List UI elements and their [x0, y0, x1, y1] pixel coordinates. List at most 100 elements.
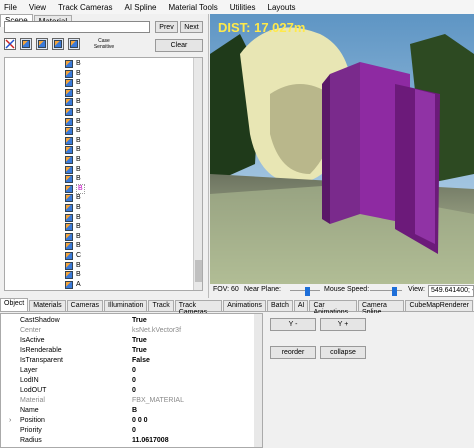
cube-frame-icon[interactable]: [36, 38, 48, 50]
tree-node[interactable]: B: [65, 194, 81, 203]
near-plane-thumb[interactable]: [305, 287, 310, 296]
collapse-button[interactable]: collapse: [320, 346, 366, 359]
mouse-speed-slider[interactable]: [370, 287, 402, 296]
tab-batch[interactable]: Batch: [266, 300, 293, 311]
tree-node[interactable]: B: [65, 117, 81, 126]
tab-illumination[interactable]: Illumination: [104, 300, 148, 311]
cube-group-icon[interactable]: [52, 38, 64, 50]
property-value[interactable]: 0: [132, 366, 136, 375]
y-minus-button[interactable]: Y -: [270, 318, 316, 331]
tree-node[interactable]: B: [65, 271, 81, 280]
tab-animations[interactable]: Animations: [223, 300, 266, 311]
3d-viewport[interactable]: DIST: 17.027m: [210, 14, 474, 284]
tab-materials[interactable]: Materials: [29, 300, 66, 311]
tab-cameras[interactable]: Cameras: [66, 300, 104, 311]
tree-node[interactable]: B: [65, 60, 81, 68]
tree-node[interactable]: B: [65, 242, 81, 251]
property-row[interactable]: LodIN 0: [1, 376, 255, 385]
tree-node[interactable]: B: [65, 79, 81, 88]
tree-node[interactable]: B: [65, 175, 81, 184]
menu-item-view[interactable]: View: [29, 3, 46, 12]
scene-tree[interactable]: BBBBBBBBBBBBBBBBBBBBCBBA: [4, 57, 203, 291]
tab-cubemaprenderer[interactable]: CubeMapRenderer: [405, 300, 473, 311]
tab-ai[interactable]: AI: [293, 300, 309, 311]
tree-node[interactable]: B: [65, 108, 81, 116]
property-value[interactable]: FBX_MATERIAL: [132, 396, 184, 405]
tree-scroll-thumb[interactable]: [195, 260, 202, 282]
tree-node[interactable]: B: [65, 213, 81, 222]
reorder-button[interactable]: reorder: [270, 346, 316, 359]
prev-button[interactable]: Prev: [155, 21, 178, 33]
tree-scrollbar[interactable]: [193, 58, 202, 290]
tree-node[interactable]: B: [65, 146, 81, 155]
view-input[interactable]: 549.641400; -1: [428, 285, 474, 297]
tree-node[interactable]: B: [65, 204, 81, 212]
property-scrollbar[interactable]: [254, 314, 262, 447]
cube-icon[interactable]: [20, 38, 32, 50]
case-sensitive-label[interactable]: Case Sensitive: [92, 38, 116, 50]
tree-node-label: B: [76, 60, 81, 67]
tree-node[interactable]: A: [65, 280, 81, 289]
tab-object[interactable]: Object: [0, 298, 29, 311]
mesh-cube-icon: [65, 204, 73, 212]
property-row[interactable]: IsActive True: [1, 336, 255, 345]
tree-node[interactable]: C: [65, 252, 81, 260]
tree-node[interactable]: B: [65, 98, 81, 107]
tree-node[interactable]: B: [65, 165, 81, 174]
clear-button[interactable]: Clear: [155, 39, 203, 52]
tree-node[interactable]: B: [65, 232, 81, 241]
property-value[interactable]: True: [132, 316, 147, 325]
search-input[interactable]: [4, 21, 150, 33]
expand-chevron-icon[interactable]: ›: [9, 416, 11, 425]
property-grid[interactable]: CastShadow True Center ksNet.kVector3f IsAct…: [0, 313, 263, 448]
property-row[interactable]: IsRenderable True: [1, 346, 255, 355]
menu-item-utilities[interactable]: Utilities: [230, 3, 256, 12]
cube-select-icon[interactable]: [68, 38, 80, 50]
property-value[interactable]: False: [132, 356, 150, 365]
property-value[interactable]: 0: [132, 426, 136, 435]
menu-item-material-tools[interactable]: Material Tools: [169, 3, 218, 12]
tree-node-label: B: [76, 165, 81, 173]
tree-node[interactable]: B: [65, 69, 81, 78]
property-row[interactable]: › Position 0 0 0: [1, 416, 255, 425]
tree-node[interactable]: B: [65, 223, 81, 232]
near-plane-slider[interactable]: [290, 287, 320, 296]
property-value[interactable]: 11.0617008: [132, 436, 169, 445]
property-row[interactable]: Center ksNet.kVector3f: [1, 326, 255, 335]
menu-item-file[interactable]: File: [4, 3, 17, 12]
tree-node[interactable]: B: [65, 156, 81, 164]
property-value[interactable]: ksNet.kVector3f: [132, 326, 181, 335]
property-value[interactable]: 0 0 0: [132, 416, 148, 425]
tree-node-label: A: [76, 280, 81, 288]
menu-item-ai-spline[interactable]: AI Spline: [124, 3, 156, 12]
show-all-icon[interactable]: [4, 38, 16, 50]
tree-node[interactable]: B: [65, 136, 81, 145]
menu-item-layouts[interactable]: Layouts: [268, 3, 296, 12]
tree-node[interactable]: B: [65, 88, 81, 97]
property-row[interactable]: CastShadow True: [1, 316, 255, 325]
tab-track-cameras[interactable]: Track Cameras: [174, 300, 223, 316]
property-value[interactable]: True: [132, 336, 147, 345]
mouse-speed-thumb[interactable]: [391, 287, 397, 296]
menu-item-track-cameras[interactable]: Track Cameras: [58, 3, 112, 12]
tab-car-animations[interactable]: Car Animations: [309, 300, 357, 316]
property-value[interactable]: True: [132, 346, 147, 355]
property-row[interactable]: Radius 11.0617008: [1, 436, 255, 445]
next-button[interactable]: Next: [180, 21, 203, 33]
tree-node[interactable]: B: [65, 261, 81, 270]
tab-camera-spline[interactable]: Camera Spline: [357, 300, 405, 316]
property-value[interactable]: 0: [132, 386, 136, 395]
tree-node[interactable]: B: [65, 127, 81, 136]
property-value[interactable]: B: [132, 406, 137, 415]
property-row[interactable]: Priority 0: [1, 426, 255, 435]
property-row[interactable]: Name B: [1, 406, 255, 415]
property-row[interactable]: Material FBX_MATERIAL: [1, 396, 255, 405]
y-plus-button[interactable]: Y +: [320, 318, 366, 331]
property-row[interactable]: Layer 0: [1, 366, 255, 375]
property-row[interactable]: IsTransparent False: [1, 356, 255, 365]
property-name: Position: [20, 417, 45, 424]
property-row[interactable]: LodOUT 0: [1, 386, 255, 395]
tree-node[interactable]: B: [65, 183, 85, 194]
property-value[interactable]: 0: [132, 376, 136, 385]
tab-track[interactable]: Track: [148, 300, 174, 311]
